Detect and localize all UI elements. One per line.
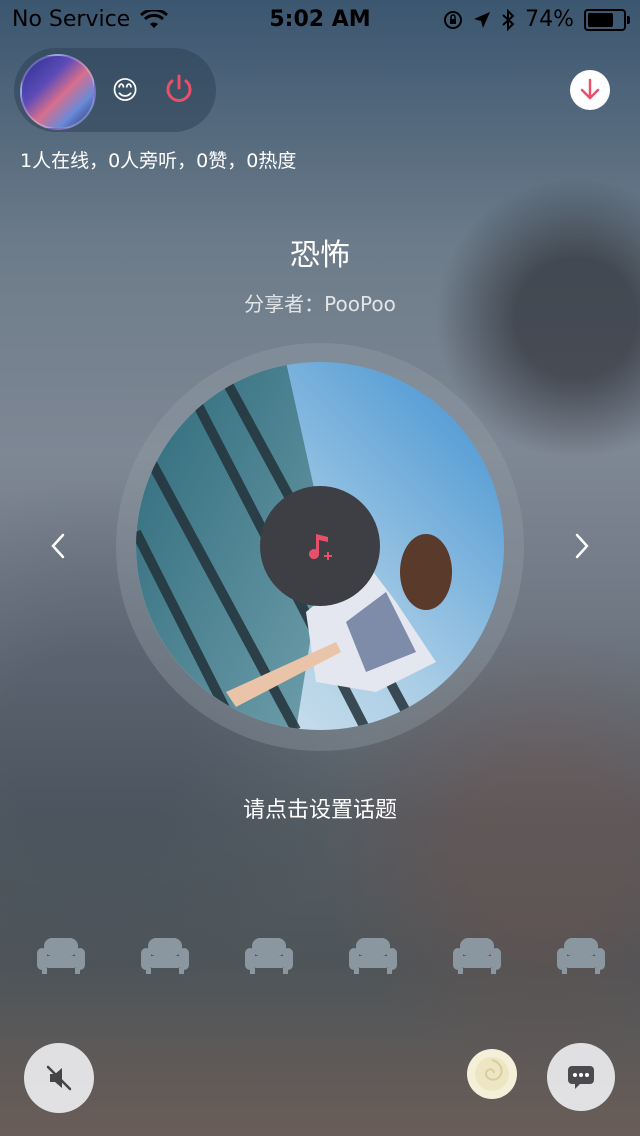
topic-prompt[interactable]: 请点击设置话题 bbox=[0, 792, 640, 824]
sofa-icon[interactable] bbox=[36, 934, 86, 976]
sofa-icon[interactable] bbox=[556, 934, 606, 976]
status-right: 74% bbox=[443, 7, 630, 32]
battery-percent: 74% bbox=[525, 7, 574, 32]
download-icon bbox=[580, 78, 600, 100]
status-bar: No Service 5:02 AM 74% bbox=[0, 0, 640, 40]
battery-fill bbox=[588, 12, 614, 27]
music-add-icon bbox=[309, 534, 332, 560]
smile-icon[interactable]: 😊 bbox=[110, 76, 140, 106]
add-music-button[interactable] bbox=[260, 486, 380, 606]
download-button[interactable] bbox=[570, 70, 610, 110]
orientation-lock-icon bbox=[444, 10, 463, 29]
sofa-icon[interactable] bbox=[140, 934, 190, 976]
chat-icon bbox=[568, 1066, 594, 1089]
room-title: 恐怖 bbox=[290, 238, 350, 273]
seat-row bbox=[36, 934, 606, 980]
mute-icon bbox=[46, 1065, 72, 1091]
mute-button[interactable] bbox=[24, 1043, 94, 1113]
power-icon[interactable] bbox=[162, 72, 196, 106]
flower-icon[interactable] bbox=[464, 1046, 520, 1102]
sofa-icon[interactable] bbox=[452, 934, 502, 976]
battery-icon bbox=[584, 8, 630, 31]
location-icon bbox=[474, 11, 491, 28]
avatar[interactable] bbox=[20, 54, 96, 130]
room-stats: 1人在线，0人旁听，0赞，0热度 bbox=[20, 150, 297, 172]
chat-button[interactable] bbox=[547, 1043, 615, 1111]
chevron-left-icon[interactable] bbox=[48, 532, 68, 560]
sofa-icon[interactable] bbox=[348, 934, 398, 976]
sharer-label: 分享者：PooPoo bbox=[244, 292, 396, 316]
sofa-icon[interactable] bbox=[244, 934, 294, 976]
chevron-right-icon[interactable] bbox=[572, 532, 592, 560]
bluetooth-icon bbox=[502, 8, 515, 31]
